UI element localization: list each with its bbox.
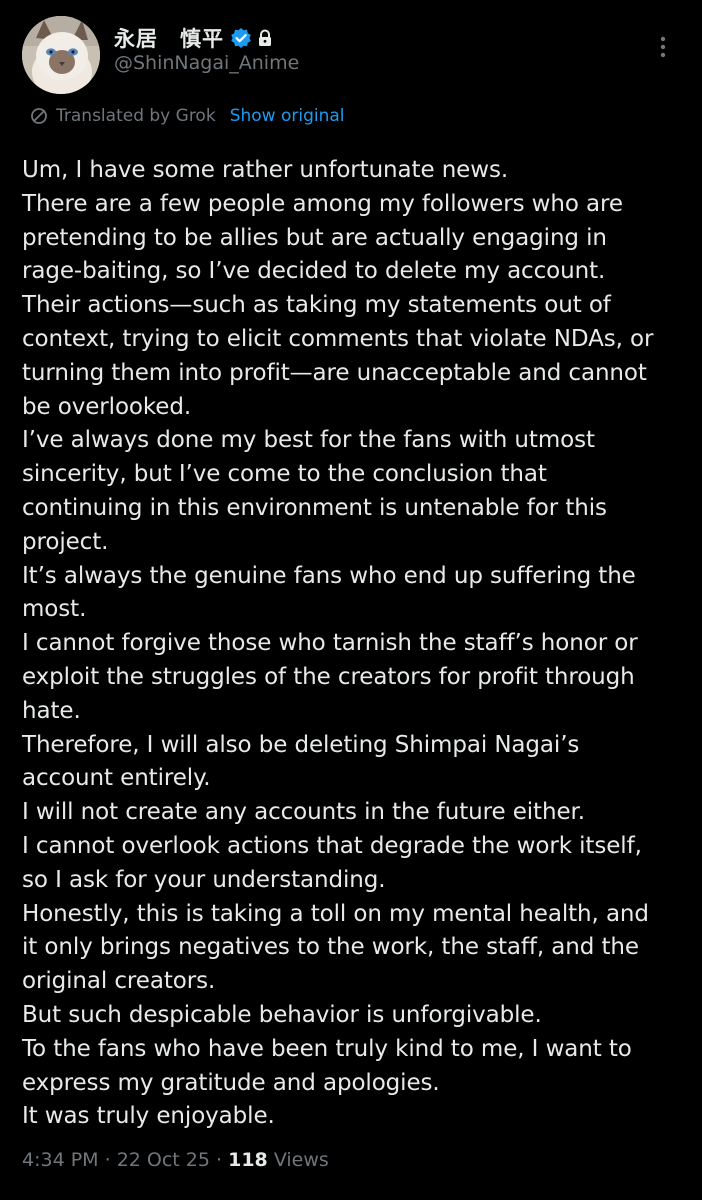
tweet-text-line: Their actions—such as taking my statemen… [22, 292, 611, 319]
tweet-text-line: rage-baiting, so I’ve decided to delete … [22, 258, 606, 285]
tweet-text-line: There are a few people among my follower… [22, 190, 623, 217]
tweet-text: Um, I have some rather unfortunate news.… [22, 154, 692, 1134]
tweet-text-line: But such despicable behavior is unforgiv… [22, 1001, 542, 1028]
tweet-text-line: be overlooked. [22, 393, 192, 420]
tweet-text-line: original creators. [22, 968, 216, 995]
tweet-text-line: sincerity, but I’ve come to the conclusi… [22, 461, 547, 488]
meta-separator: · [209, 1149, 229, 1171]
tweet-text-line: so I ask for your understanding. [22, 866, 386, 893]
handle[interactable]: @ShinNagai_Anime [114, 52, 299, 74]
cat-avatar-image [22, 16, 100, 94]
tweet-text-line: It was truly enjoyable. [22, 1103, 275, 1130]
tweet-text-line: It’s always the genuine fans who end up … [22, 562, 636, 589]
tweet-text-line: hate. [22, 697, 81, 724]
display-name[interactable]: 永居 慎平 [114, 23, 224, 53]
tweet-text-line: Therefore, I will also be deleting Shimp… [22, 731, 580, 758]
avatar[interactable] [22, 16, 100, 94]
translated-by-label: Translated by Grok [56, 106, 216, 126]
tweet-meta: 4:34 PM · 22 Oct 25 · 118 Views [22, 1145, 329, 1175]
tweet-text-line: most. [22, 596, 87, 623]
tweet-date[interactable]: 22 Oct 25 [117, 1149, 210, 1171]
translate-icon [30, 107, 48, 125]
tweet-text-line: turning them into profit—are unacceptabl… [22, 359, 647, 386]
views-count[interactable]: 118 [228, 1149, 268, 1171]
tweet-text-line: I will not create any accounts in the fu… [22, 799, 585, 826]
name-row: 永居 慎平 [114, 22, 273, 54]
verified-badge-icon [230, 27, 252, 49]
tweet-time[interactable]: 4:34 PM [22, 1149, 99, 1171]
meta-separator: · [98, 1149, 117, 1171]
tweet-text-line: I cannot forgive those who tarnish the s… [22, 630, 638, 657]
tweet-text-line: express my gratitude and apologies. [22, 1069, 440, 1096]
tweet-text-line: Um, I have some rather unfortunate news. [22, 157, 509, 183]
views-label: Views [267, 1149, 329, 1171]
tweet-text-line: pretending to be allies but are actually… [22, 224, 607, 251]
more-options-icon[interactable] [648, 32, 678, 62]
tweet-text-line: context, trying to elicit comments that … [22, 325, 654, 352]
tweet-text-line: Honestly, this is taking a toll on my me… [22, 900, 649, 927]
tweet-text-line: exploit the struggles of the creators fo… [22, 663, 635, 690]
tweet-text-line: I cannot overlook actions that degrade t… [22, 832, 642, 859]
tweet-page: 永居 慎平 @ShinNagai_Anime Translated by Gro… [0, 0, 702, 1200]
tweet-text-line: account entirely. [22, 765, 211, 792]
tweet-text-line: To the fans who have been truly kind to … [22, 1035, 632, 1062]
tweet-text-line: I’ve always done my best for the fans wi… [22, 427, 595, 454]
lock-icon [257, 29, 273, 47]
show-original-link[interactable]: Show original [230, 106, 345, 126]
translation-bar: Translated by Grok Show original [30, 104, 345, 128]
tweet-text-line: it only brings negatives to the work, th… [22, 934, 639, 961]
tweet-header: 永居 慎平 @ShinNagai_Anime [22, 12, 682, 94]
tweet-text-line: project. [22, 528, 109, 555]
tweet-text-line: continuing in this environment is untena… [22, 494, 607, 521]
